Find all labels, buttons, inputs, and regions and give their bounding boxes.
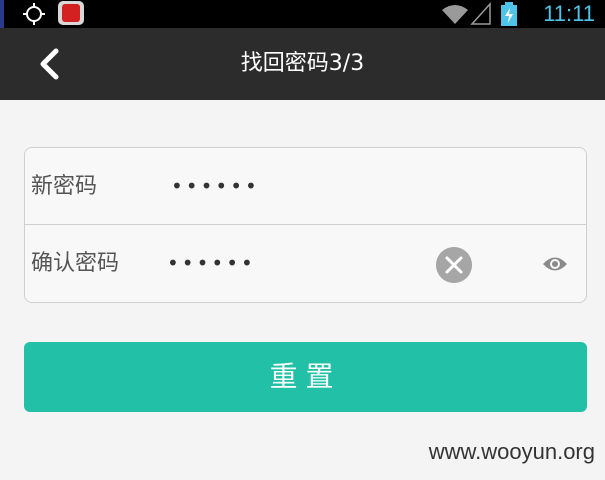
status-clock: 11:11 xyxy=(543,1,595,26)
new-password-input[interactable]: •••••• xyxy=(171,148,260,225)
confirm-password-label: 确认密码 xyxy=(31,251,120,276)
confirm-password-input[interactable]: •••••• xyxy=(167,225,256,302)
confirm-password-row: 确认密码 •••••• xyxy=(25,225,586,302)
battery-charging-icon xyxy=(501,2,517,26)
header-bar: 找回密码3/3 xyxy=(0,28,605,100)
app-icon xyxy=(58,1,84,25)
app-icon-inner xyxy=(62,4,80,22)
wifi-icon xyxy=(442,5,468,24)
eye-icon[interactable] xyxy=(542,253,568,275)
new-password-label: 新密码 xyxy=(31,174,98,199)
clear-icon[interactable] xyxy=(436,247,472,283)
page-title: 找回密码3/3 xyxy=(240,51,365,76)
password-form: 新密码 •••••• 确认密码 •••••• xyxy=(24,147,587,303)
watermark: www.wooyun.org xyxy=(428,439,595,464)
status-bar-edge xyxy=(0,0,4,28)
reset-button[interactable]: 重置 xyxy=(24,342,587,412)
new-password-row: 新密码 •••••• xyxy=(25,148,586,225)
gps-icon xyxy=(23,3,45,25)
signal-icon xyxy=(470,2,491,25)
status-bar: 11:11 xyxy=(0,0,605,28)
